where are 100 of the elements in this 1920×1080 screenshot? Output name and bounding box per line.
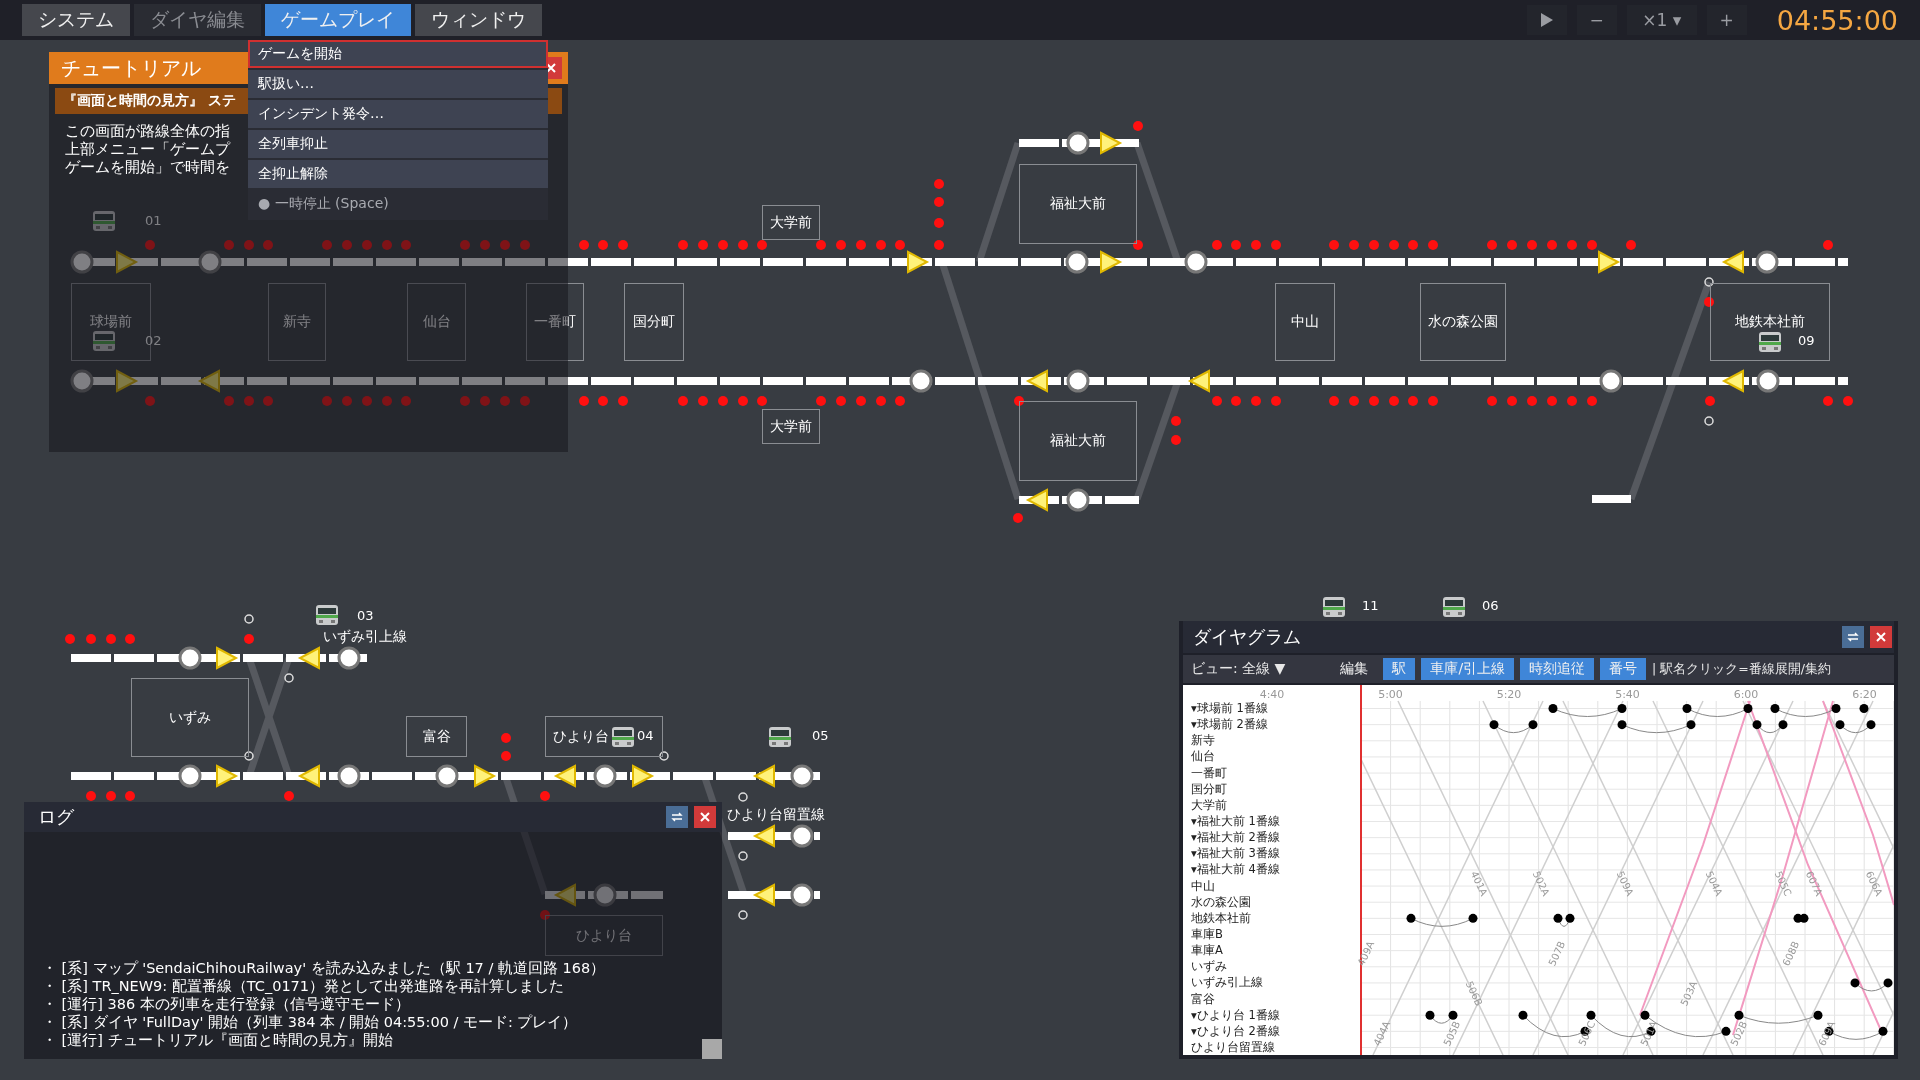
diagram-station-label[interactable]: 新寺 (1183, 733, 1215, 749)
station-box[interactable]: 一番町 (526, 283, 584, 361)
signal-icon[interactable] (216, 764, 239, 788)
track-node[interactable] (1184, 250, 1208, 274)
slower-button[interactable]: − (1576, 5, 1617, 35)
track-node[interactable] (790, 824, 814, 848)
track-node[interactable] (1066, 488, 1090, 512)
signal-icon[interactable] (752, 883, 775, 907)
menu-item[interactable]: 全列車抑止 (248, 130, 548, 158)
window-title: ログ (38, 805, 75, 829)
menu-item[interactable]: 全抑止解除 (248, 160, 548, 188)
switch-marker (244, 751, 254, 761)
signal-icon[interactable] (297, 646, 320, 670)
signal-icon[interactable] (474, 764, 497, 788)
track-node[interactable] (1065, 250, 1089, 274)
track-node[interactable] (178, 646, 202, 670)
menu-item[interactable]: 駅扱い… (248, 70, 548, 98)
station-box[interactable]: 水の森公園 (1420, 283, 1506, 361)
diagram-station-label[interactable]: ▾福祉大前 1番線 (1183, 814, 1280, 829)
diagram-station-label[interactable]: 車庫B (1183, 926, 1223, 942)
toggle-button[interactable]: 編集 (1331, 658, 1378, 680)
signal-icon[interactable] (1598, 250, 1621, 274)
signal-icon[interactable] (1025, 369, 1048, 393)
signal-icon[interactable] (216, 646, 239, 670)
track-node[interactable] (70, 369, 94, 393)
diagram-station-label[interactable]: 車庫A (1183, 943, 1223, 959)
diagram-station-label[interactable]: ▾福祉大前 2番線 (1183, 830, 1280, 846)
diagram-station-label[interactable]: 国分町 (1183, 781, 1227, 797)
diagram-station-label[interactable]: ▾ひより台 1番線 (1183, 1007, 1280, 1023)
diagram-station-label[interactable]: ひより台留置線 (1183, 1039, 1275, 1055)
game-clock: 04:55:00 (1776, 4, 1898, 36)
station-box[interactable]: 福祉大前 (1019, 401, 1137, 481)
signal-icon[interactable] (1100, 131, 1123, 155)
signal-icon[interactable] (632, 764, 655, 788)
menu-item[interactable]: インシデント発令… (248, 100, 548, 128)
dock-button[interactable] (1842, 626, 1864, 648)
track-node[interactable] (909, 369, 933, 393)
track-node[interactable] (790, 764, 814, 788)
signal-icon[interactable] (1100, 250, 1123, 274)
station-box[interactable]: 新寺 (268, 283, 326, 361)
track-node[interactable] (198, 250, 222, 274)
station-box[interactable]: いずみ (131, 678, 249, 757)
train-label: 409A (1355, 939, 1377, 968)
diagram-station-label[interactable]: 中山 (1183, 878, 1215, 894)
diagram-station-label[interactable]: ▾球場前 1番線 (1183, 701, 1268, 716)
track-node[interactable] (593, 764, 617, 788)
station-box[interactable]: 国分町 (624, 283, 684, 361)
station-box[interactable]: 仙台 (407, 283, 466, 361)
diagram-station-label[interactable]: ▾球場前 2番線 (1183, 717, 1268, 733)
track-node[interactable] (1599, 369, 1623, 393)
diagram-station-label[interactable]: ▾ひより台 2番線 (1183, 1023, 1280, 1039)
diagram-station-label[interactable]: ▾福祉大前 4番線 (1183, 862, 1280, 878)
station-box[interactable]: 大学前 (762, 409, 820, 444)
menu-tab[interactable]: ウィンドウ (415, 4, 542, 36)
track-node[interactable] (1755, 250, 1779, 274)
track-node[interactable] (337, 646, 361, 670)
hint-text: | 駅名クリック=番線展開/集約 (1652, 660, 1831, 678)
diagram-station-label[interactable]: ▾福祉大前 3番線 (1183, 846, 1280, 862)
signal-icon[interactable] (1025, 488, 1048, 512)
signal-icon[interactable] (752, 764, 775, 788)
signal-lamp (284, 791, 294, 801)
signal-icon[interactable] (297, 764, 320, 788)
diagram-station-label[interactable]: 仙台 (1183, 749, 1215, 765)
signal-icon[interactable] (1721, 250, 1744, 274)
track-node[interactable] (1066, 369, 1090, 393)
track-node[interactable] (435, 764, 459, 788)
signal-icon[interactable] (752, 824, 775, 848)
signal-icon[interactable] (553, 764, 576, 788)
track-node[interactable] (1066, 131, 1090, 155)
dock-button[interactable] (666, 806, 688, 828)
track-node[interactable] (593, 883, 617, 907)
train-icon (1442, 596, 1466, 618)
menu-tab[interactable]: システム (22, 4, 130, 36)
station-box[interactable]: 富谷 (406, 716, 467, 757)
diagram-station-label[interactable]: 大学前 (1183, 797, 1227, 813)
play-button[interactable] (1526, 5, 1567, 35)
diagram-station-label[interactable]: 一番町 (1183, 765, 1227, 781)
switch-marker (738, 792, 748, 802)
track-node[interactable] (178, 764, 202, 788)
diagram-station-label[interactable]: いずみ引上線 (1183, 975, 1263, 991)
track-node[interactable] (1756, 369, 1780, 393)
speed-dropdown[interactable]: ×1 ▾ (1626, 5, 1697, 35)
faster-button[interactable]: + (1706, 5, 1747, 35)
track-node[interactable] (790, 883, 814, 907)
view-selector[interactable]: ビュー: 全線 ▼ (1191, 660, 1286, 678)
signal-icon[interactable] (907, 250, 930, 274)
diagram-station-label[interactable]: いずみ (1183, 959, 1227, 975)
diagram-station-label[interactable]: 地鉄本社前 (1183, 910, 1251, 926)
diagram-station-label[interactable]: 水の森公園 (1183, 894, 1251, 910)
signal-icon[interactable] (1721, 369, 1744, 393)
station-box[interactable]: 福祉大前 (1019, 164, 1137, 244)
station-box[interactable]: 中山 (1275, 283, 1335, 361)
track-node[interactable] (70, 250, 94, 274)
signal-lamp (540, 910, 550, 920)
signal-icon[interactable] (1187, 369, 1210, 393)
menu-item[interactable]: ゲームを開始 (248, 40, 548, 68)
station-box[interactable]: 大学前 (762, 205, 820, 240)
diagram-station-label[interactable]: 富谷 (1183, 991, 1215, 1007)
track-node[interactable] (337, 764, 361, 788)
resize-handle[interactable] (702, 1039, 722, 1059)
